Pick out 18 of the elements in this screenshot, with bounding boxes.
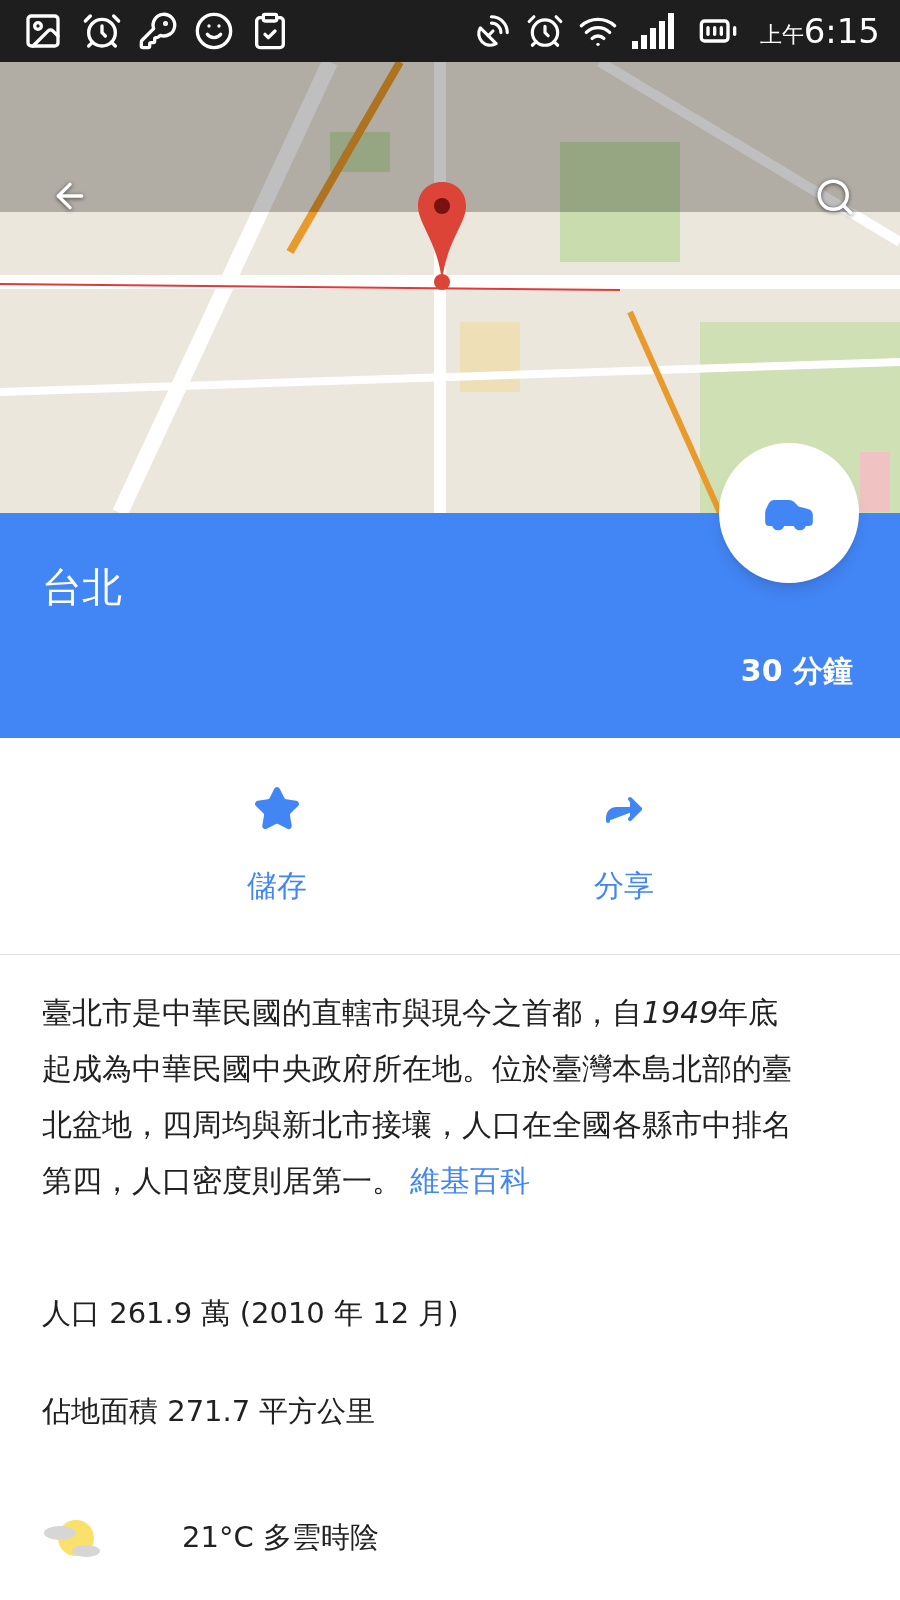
share-button[interactable]: 分享 [485,738,762,954]
place-title: 台北 [42,567,123,607]
travel-time: 30 分鐘 [740,656,853,686]
weather-text: 21°C 多雲時陰 [182,1519,379,1557]
wikipedia-link[interactable]: 維基百科 [410,1163,530,1198]
sun-cloud-icon [42,1518,102,1558]
key-icon [138,11,178,51]
face-icon [194,11,234,51]
area-text: 佔地面積 271.7 平方公里 [42,1393,376,1431]
signal-icon [631,13,676,49]
save-button[interactable]: 儲存 [138,738,415,954]
population-text: 人口 261.9 萬 (2010 年 12 月) [42,1295,459,1333]
alarm-icon [525,12,564,50]
clock-time: 6:15 [803,14,880,48]
description-text: 臺北市是中華民國的直轄市與現今之首都，自1949年底起成為中華民國中央政府所在地。位於臺灣本島北部的臺北盆地，四周均與新北市接壤，人口在全國各縣市中排名第四，人口密度則居第一。 維基百科 [42,994,793,1200]
alarm-icon [82,11,122,51]
time-period: 上午 [759,24,804,46]
map-pin-icon [418,182,466,292]
